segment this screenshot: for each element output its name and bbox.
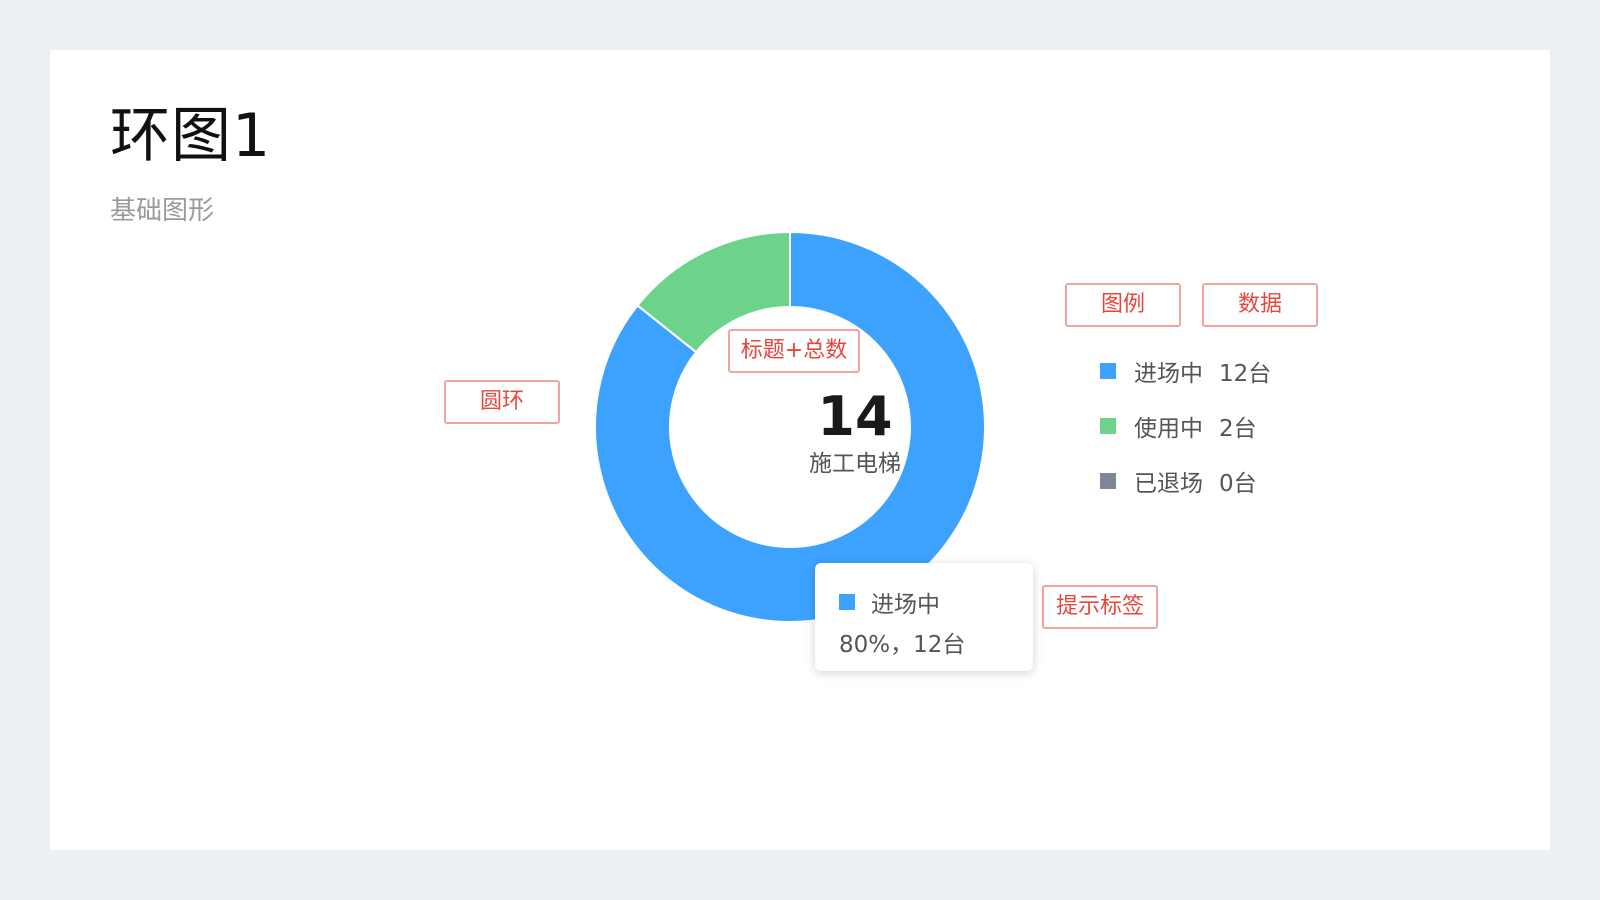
legend-swatch bbox=[1100, 363, 1116, 379]
legend-label: 已退场 bbox=[1134, 471, 1203, 497]
annotation-data: 数据 bbox=[1202, 283, 1318, 327]
legend-item-exited[interactable]: 已退场 0台 bbox=[1100, 466, 1257, 497]
legend-item-in-use[interactable]: 使用中 2台 bbox=[1100, 411, 1257, 442]
annotation-tooltip: 提示标签 bbox=[1042, 585, 1158, 629]
chart-tooltip: 进场中 80%，12台 bbox=[815, 563, 1033, 671]
tooltip-swatch bbox=[839, 594, 855, 610]
center-label: 施工电梯 bbox=[809, 451, 901, 477]
legend-value: 12台 bbox=[1219, 361, 1272, 387]
legend-label: 使用中 bbox=[1134, 416, 1203, 442]
tooltip-detail: 80%，12台 bbox=[839, 632, 966, 658]
center-total: 14 bbox=[817, 385, 893, 448]
legend-label: 进场中 bbox=[1134, 361, 1203, 387]
chart-card: 环图1 基础图形 14 施工电梯 圆环 标题+总数 图例 数据 提示标签 进场中… bbox=[50, 50, 1550, 850]
annotation-ring: 圆环 bbox=[444, 380, 560, 424]
legend-value: 0台 bbox=[1219, 471, 1257, 497]
annotation-legend: 图例 bbox=[1065, 283, 1181, 327]
tooltip-name: 进场中 bbox=[871, 592, 940, 618]
annotation-title-total: 标题+总数 bbox=[728, 329, 860, 373]
legend-item-entering[interactable]: 进场中 12台 bbox=[1100, 356, 1272, 387]
legend-swatch bbox=[1100, 473, 1116, 489]
donut-chart[interactable] bbox=[50, 50, 1550, 850]
legend-value: 2台 bbox=[1219, 416, 1257, 442]
legend-swatch bbox=[1100, 418, 1116, 434]
